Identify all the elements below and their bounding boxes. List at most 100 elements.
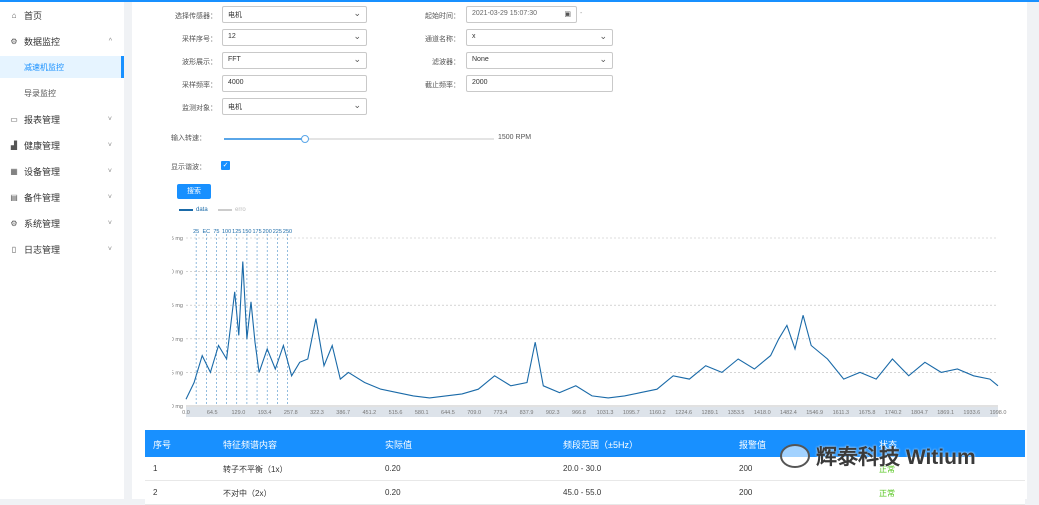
waveform-value: FFT	[228, 56, 241, 63]
cutoff-value: 2000	[472, 79, 488, 86]
y-tick-label: 25 mg	[172, 236, 183, 242]
table-cell: 200	[739, 464, 753, 473]
table-cell: 20.0 - 30.0	[563, 464, 602, 473]
y-tick-label: 5 mg	[172, 370, 183, 376]
sidebar-item-record-monitor[interactable]: 导录监控	[0, 82, 124, 104]
x-tick-label: 129.0	[232, 410, 246, 416]
sidebar-item-label: 日志管理	[24, 244, 61, 255]
cutoff-input[interactable]: 2000	[466, 75, 613, 92]
sidebar-item-label: 首页	[24, 10, 43, 21]
legend-data-label: data	[196, 207, 208, 213]
channel-label: 通道名称：	[425, 36, 460, 43]
legend-harmonic-marker	[218, 209, 232, 211]
harmonic-marker-label: 175	[252, 229, 261, 235]
x-tick-label: 1611.3	[833, 410, 849, 416]
filter-select[interactable]: None ⌄	[466, 52, 613, 69]
sidebar-item-logs[interactable]: ▯ 日志管理 ˅	[0, 238, 124, 260]
table-cell: 0.20	[385, 464, 401, 473]
gear-icon: ⚙	[10, 36, 18, 46]
x-tick-label: 902.3	[546, 410, 560, 416]
main-panel: 选择传感器： 电机 ⌄ 起始时间： 2021-03-29 15:07:30 ▣ - …	[132, 2, 1027, 505]
sample-no-select[interactable]: 12 ⌄	[222, 29, 367, 46]
legend-data[interactable]: data	[179, 207, 208, 213]
report-icon: ▭	[10, 114, 18, 124]
sample-no-value: 12	[228, 33, 236, 40]
show-harmonic-label: 显示谐波：	[171, 164, 206, 171]
column-header: 特征频谱内容	[223, 440, 278, 450]
x-tick-label: 515.6	[389, 410, 403, 416]
sample-rate-input[interactable]: 4000	[222, 75, 367, 92]
x-tick-label: 451.2	[362, 410, 376, 416]
sidebar-item-data-monitor[interactable]: ⚙ 数据监控 ^	[0, 30, 124, 52]
x-tick-label: 1095.7	[623, 410, 640, 416]
table-row: 2 不对中（2x） 0.20 45.0 - 55.0 200 正常	[145, 481, 1025, 505]
monitor-value: 电机	[228, 104, 242, 111]
sidebar-item-label: 健康管理	[24, 140, 61, 151]
table-cell: 200	[739, 488, 753, 497]
table-cell: 2	[153, 488, 158, 497]
sidebar-item-label: 设备管理	[24, 166, 61, 177]
x-tick-label: 1998.0	[990, 410, 1007, 416]
start-time-input[interactable]: 2021-03-29 15:07:30 ▣	[466, 6, 577, 23]
sidebar-item-home[interactable]: ⌂ 首页	[0, 4, 124, 26]
chevron-down-icon: ⌄	[599, 54, 607, 64]
speed-slider-handle[interactable]	[301, 135, 309, 143]
sidebar-item-system[interactable]: ⚙ 系统管理 ˅	[0, 212, 124, 234]
x-tick-label: 580.1	[415, 410, 429, 416]
waveform-select[interactable]: FFT ⌄	[222, 52, 367, 69]
channel-select[interactable]: x ⌄	[466, 29, 613, 46]
channel-value: x	[472, 33, 476, 40]
sensor-select[interactable]: 电机 ⌄	[222, 6, 367, 23]
harmonic-marker-label: 200	[263, 229, 272, 235]
harmonic-marker-label: 125	[232, 229, 241, 235]
cutoff-label: 截止频率：	[425, 82, 460, 89]
x-tick-label: 966.8	[572, 410, 586, 416]
y-tick-label: 20 mg	[172, 270, 183, 276]
harmonic-marker-label: 225	[273, 229, 282, 235]
watermark-text: 辉泰科技 Witium	[816, 446, 976, 469]
chevron-down-icon: ⌄	[599, 31, 607, 41]
chevron-down-icon: ˅	[107, 141, 112, 149]
legend-harmonic-label: erro	[235, 207, 246, 213]
table-cell: 0.20	[385, 488, 401, 497]
monitor-select[interactable]: 电机 ⌄	[222, 98, 367, 115]
sidebar-item-reports[interactable]: ▭ 报表管理 ˅	[0, 108, 124, 130]
harmonic-marker-label: 150	[242, 229, 251, 235]
legend-data-marker	[179, 209, 193, 211]
harmonic-marker-label: 250	[283, 229, 292, 235]
column-header: 频段范围（±5Hz）	[563, 440, 638, 450]
chevron-down-icon: ˅	[107, 219, 112, 227]
legend-harmonic[interactable]: erro	[218, 207, 246, 213]
chevron-down-icon: ⌄	[353, 31, 361, 41]
spectrum-series-line	[185, 261, 999, 400]
sidebar-item-reducer-monitor[interactable]: 减速机监控	[0, 56, 124, 78]
sample-rate-label: 采样频率：	[182, 82, 217, 89]
x-tick-label: 1418.0	[754, 410, 771, 416]
status-badge: 正常	[879, 489, 895, 498]
harmonic-marker-label: EC	[202, 229, 210, 235]
sidebar-item-devices[interactable]: ▦ 设备管理 ˅	[0, 160, 124, 182]
table-cell: 1	[153, 464, 158, 473]
sidebar: ⌂ 首页 ⚙ 数据监控 ^ 减速机监控 导录监控 ▭ 报表管理 ˅ ▟ 健康管理 ˅ ▦ 设备管…	[0, 2, 124, 499]
sidebar-item-label: 导录监控	[24, 88, 56, 98]
table-cell: 不对中（2x）	[223, 489, 272, 498]
chevron-down-icon: ˅	[107, 245, 112, 253]
fft-spectrum-chart: 0 mg5 mg10 mg15 mg20 mg25 mg0.064.5129.0…	[172, 229, 1007, 417]
watermark: 辉泰科技 Witium	[780, 438, 1020, 474]
search-button[interactable]: 搜索	[177, 184, 211, 199]
show-harmonic-checkbox[interactable]: ✓	[221, 161, 230, 170]
sidebar-item-health[interactable]: ▟ 健康管理 ˅	[0, 134, 124, 156]
chevron-down-icon: ⌄	[353, 8, 361, 18]
settings-icon: ⚙	[10, 218, 18, 228]
speed-slider-fill	[224, 138, 305, 140]
x-tick-label: 644.5	[441, 410, 455, 416]
sensor-value: 电机	[228, 12, 242, 19]
table-cell: 转子不平衡（1x）	[223, 465, 288, 474]
column-header: 实际值	[385, 440, 413, 450]
x-tick-label: 1482.4	[780, 410, 797, 416]
x-tick-label: 64.5	[207, 410, 218, 416]
sidebar-item-spare-parts[interactable]: ▤ 备件管理 ˅	[0, 186, 124, 208]
x-tick-label: 257.8	[284, 410, 298, 416]
x-tick-label: 322.3	[310, 410, 324, 416]
sample-rate-value: 4000	[228, 79, 244, 86]
